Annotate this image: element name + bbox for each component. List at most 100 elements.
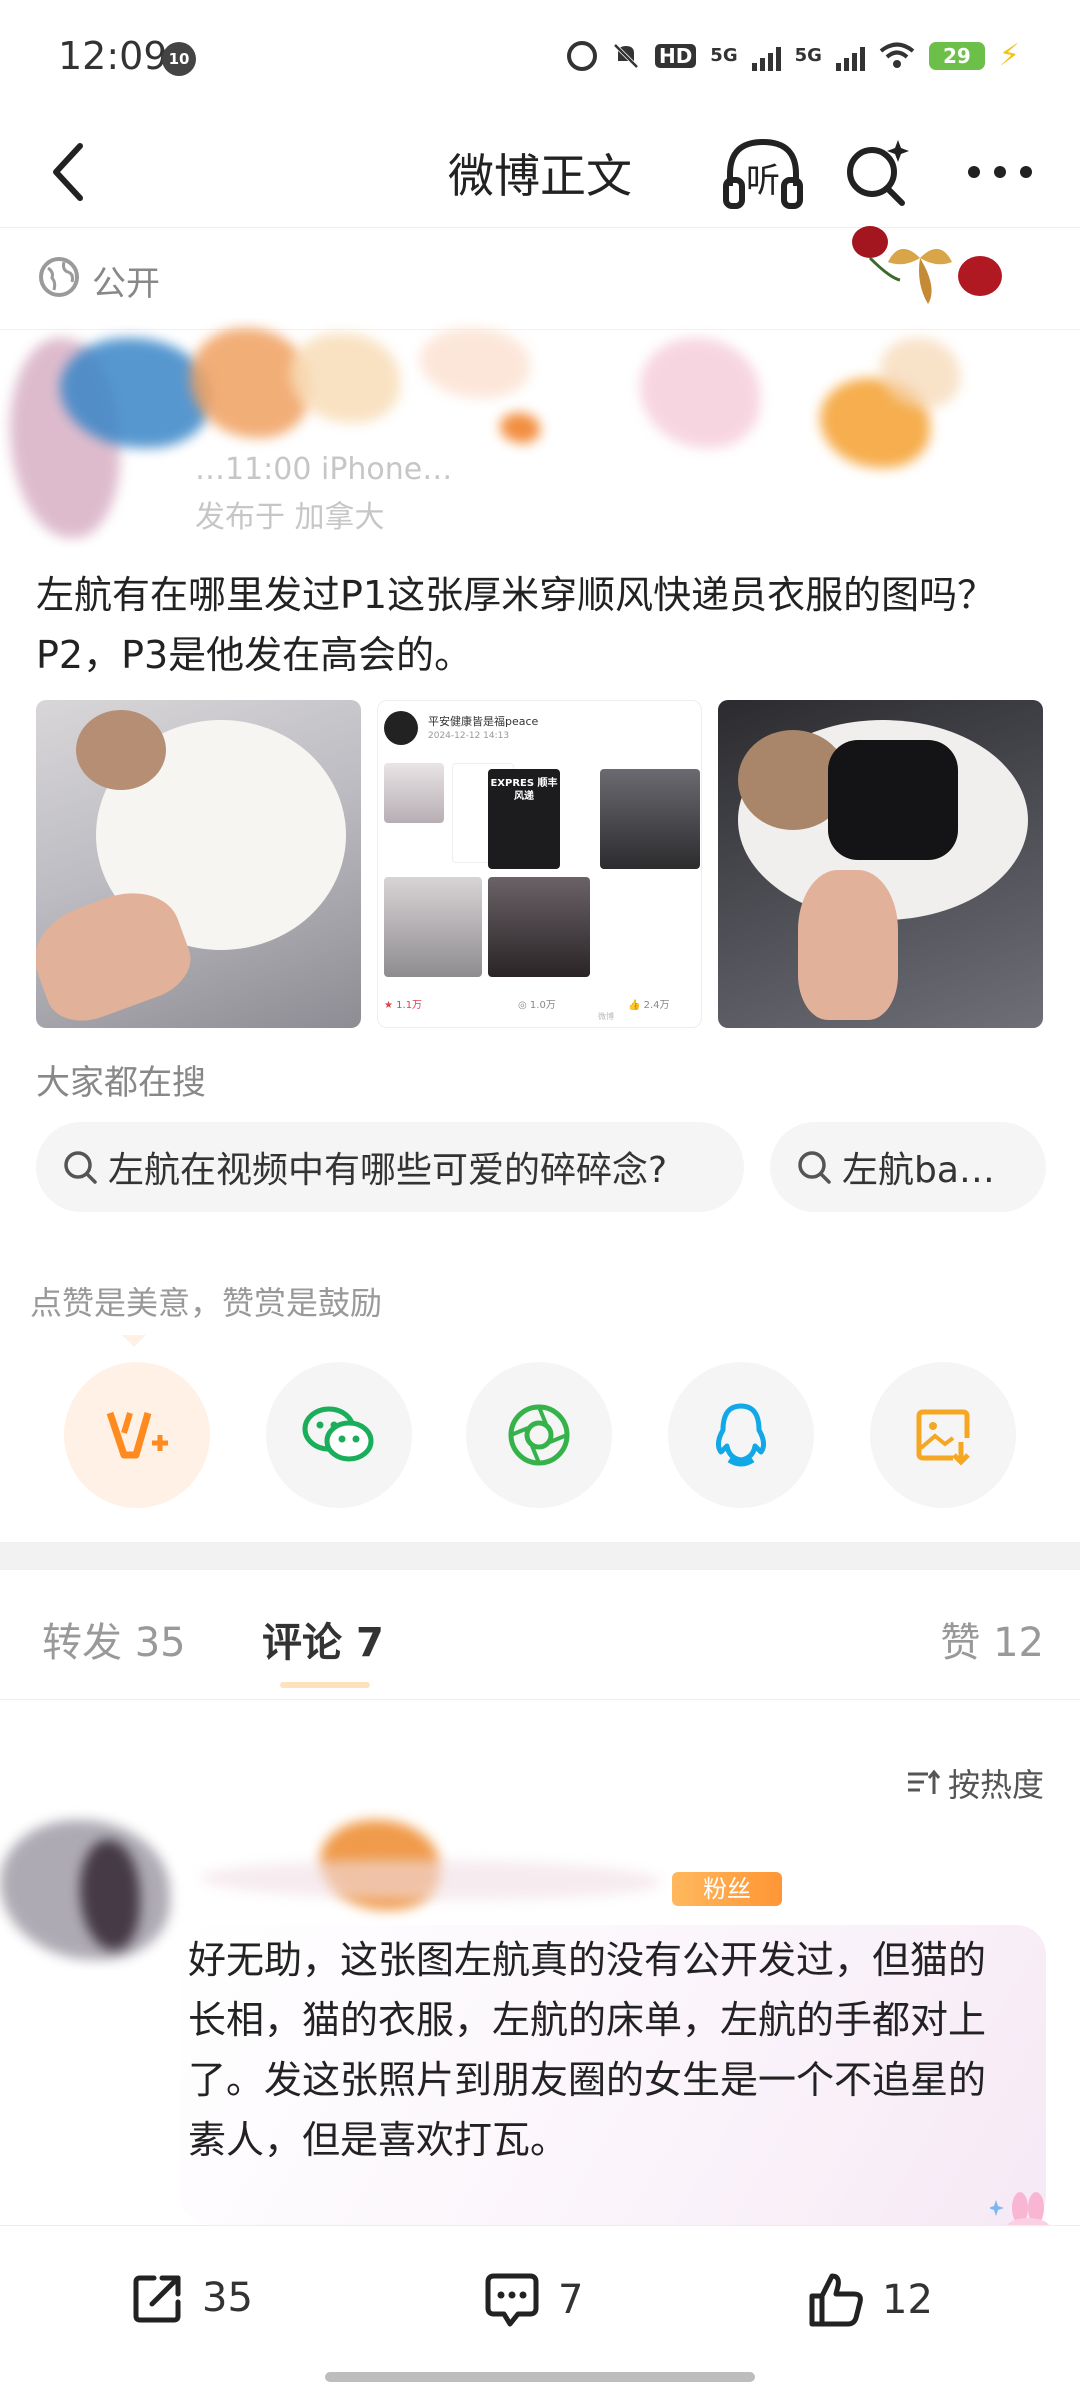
hd-label: HD: [654, 43, 697, 68]
bottom-action-bar: 35 7 12: [0, 2225, 1080, 2388]
sort-toggle[interactable]: 按热度: [906, 1760, 1044, 1806]
like-count: 12: [882, 2277, 933, 2323]
network-type-2: 5G: [794, 45, 822, 66]
comment-count: 7: [558, 2277, 584, 2323]
embedded-thumb: [488, 877, 590, 977]
post-body-text: 左航有在哪里发过P1这张厚米穿顺风快递员衣服的图吗？P2，P3是他发在高会的。: [36, 573, 996, 677]
listen-label: 听: [746, 161, 780, 201]
share-moments-button[interactable]: [466, 1362, 612, 1508]
tab-likes[interactable]: 赞 12: [940, 1610, 1044, 1668]
like-button[interactable]: 12: [806, 2270, 933, 2330]
active-tab-indicator: [280, 1682, 370, 1688]
redaction-smear: [500, 413, 540, 443]
reward-v-plus-icon: [106, 1411, 168, 1459]
status-bar: 12:09 10 HD 5G 5G 29 ⚡: [0, 0, 1080, 118]
share-qq-button[interactable]: [668, 1362, 814, 1508]
author-header-obscured: …11:00 iPhone… 发布于 加拿大: [0, 318, 1080, 548]
embedded-thumb: [384, 763, 444, 823]
globe-icon: [39, 257, 79, 297]
thumbs-up-icon: [809, 2273, 863, 2327]
wechat-icon: [302, 1406, 374, 1462]
cat-shirt: [828, 740, 958, 860]
embedded-thumb: [600, 769, 700, 869]
more-options-icon[interactable]: [960, 132, 1040, 212]
repost-count: 35: [202, 2275, 253, 2321]
home-indicator[interactable]: [325, 2372, 755, 2382]
embedded-comments: ◎ 1.0万: [518, 1000, 556, 1011]
rose-decoration-icon: [852, 226, 1002, 304]
account-avatar: [384, 711, 418, 745]
tab-reposts-label: 转发: [42, 1620, 122, 1666]
redaction-smear: [640, 338, 760, 448]
reward-button[interactable]: [64, 1362, 210, 1508]
notification-count-badge: 10: [162, 42, 196, 76]
section-divider: [0, 1542, 1080, 1570]
embedded-shirt-text: EXPRES 顺丰 风递: [490, 778, 558, 802]
hint-caret-icon: [122, 1335, 146, 1347]
redaction-smear: [420, 328, 530, 398]
signal-icon: [751, 41, 781, 71]
embedded-likes: ★ 1.1万: [384, 1000, 423, 1011]
comment-text: 好无助，这张图左航真的没有公开发过，但猫的长相，猫的衣服，左航的床单，左航的手都…: [188, 1938, 987, 2162]
tab-comments-label: 评论: [262, 1620, 342, 1666]
save-image-icon: [916, 1409, 970, 1466]
tab-reposts-count: 35: [134, 1620, 186, 1666]
hand: [798, 870, 898, 1020]
comment-bubble-icon: [485, 2273, 539, 2327]
charging-icon: ⚡: [998, 38, 1020, 73]
embedded-thumb: [384, 877, 482, 977]
post-image-2-screenshot[interactable]: 平安健康皆是福peace 2024-12-12 14:13 EXPRES 顺丰 …: [377, 700, 702, 1028]
support-hint: 点赞是美意，赞赏是鼓励: [30, 1284, 383, 1322]
trending-search-chips: 左航在视频中有哪些可爱的碎碎念? 左航ba…: [36, 1122, 1046, 1214]
page-title: 微博正文: [448, 149, 632, 203]
network-type-1: 5G: [710, 45, 738, 66]
tab-likes-count: 12: [993, 1620, 1044, 1666]
status-time: 12:09: [58, 34, 168, 78]
search-chip-2[interactable]: 左航ba…: [770, 1122, 1046, 1212]
qq-icon: [715, 1403, 767, 1467]
search-chip-1[interactable]: 左航在视频中有哪些可爱的碎碎念?: [36, 1122, 744, 1212]
visibility-label: 公开: [92, 264, 160, 304]
comment-button[interactable]: 7: [482, 2270, 583, 2330]
search-icon: [798, 1151, 831, 1184]
post-location: 发布于 加拿大: [195, 500, 385, 535]
wifi-icon: [879, 42, 915, 68]
search-icon[interactable]: [840, 132, 916, 212]
repost-button[interactable]: 35: [130, 2270, 253, 2326]
cat-face: [76, 710, 166, 790]
post-image-1[interactable]: [36, 700, 361, 1028]
interaction-tabs: 转发 35 评论 7 赞 12: [0, 1570, 1080, 1700]
save-image-button[interactable]: [870, 1362, 1016, 1508]
sort-icon: [907, 1769, 941, 1794]
share-row: [0, 1362, 1080, 1508]
repost-share-icon: [133, 2275, 181, 2323]
wechat-moments-icon: [508, 1404, 570, 1466]
embedded-reposts: 👍 2.4万: [628, 1000, 670, 1011]
fan-badge: 粉丝: [672, 1872, 782, 1906]
sort-label: 按热度: [947, 1766, 1044, 1804]
top-nav: 微博正文 听: [0, 118, 1080, 228]
status-icons: HD 5G 5G 29 ⚡: [566, 38, 1020, 73]
signal-icon-2: [835, 41, 865, 71]
battery-icon: 29: [928, 41, 985, 70]
embedded-account-name: 平安健康皆是福peace: [428, 715, 539, 728]
tab-comments[interactable]: 评论 7: [262, 1610, 384, 1668]
author-meta: …11:00 iPhone… 发布于 加拿大: [195, 446, 452, 542]
search-chip-label: 左航ba…: [842, 1150, 995, 1191]
post-image-grid: 平安健康皆是福peace 2024-12-12 14:13 EXPRES 顺丰 …: [36, 700, 1044, 1028]
alarm-icon: [566, 40, 597, 71]
search-chip-label: 左航在视频中有哪些可爱的碎碎念?: [108, 1150, 668, 1191]
tab-reposts[interactable]: 转发 35: [42, 1610, 186, 1668]
tab-likes-label: 赞: [940, 1620, 981, 1666]
tab-comments-count: 7: [355, 1620, 384, 1666]
mute-icon: [613, 43, 639, 68]
search-icon: [64, 1151, 97, 1184]
trending-search-heading: 大家都在搜: [36, 1063, 206, 1103]
embedded-watermark: 微博: [598, 1012, 614, 1021]
post-time-device: …11:00 iPhone…: [195, 452, 453, 487]
post-image-3[interactable]: [718, 700, 1043, 1028]
share-wechat-button[interactable]: [266, 1362, 412, 1508]
redaction-smear: [200, 1860, 660, 1900]
listen-headphones-icon[interactable]: 听: [720, 130, 806, 216]
embedded-date: 2024-12-12 14:13: [428, 731, 510, 741]
